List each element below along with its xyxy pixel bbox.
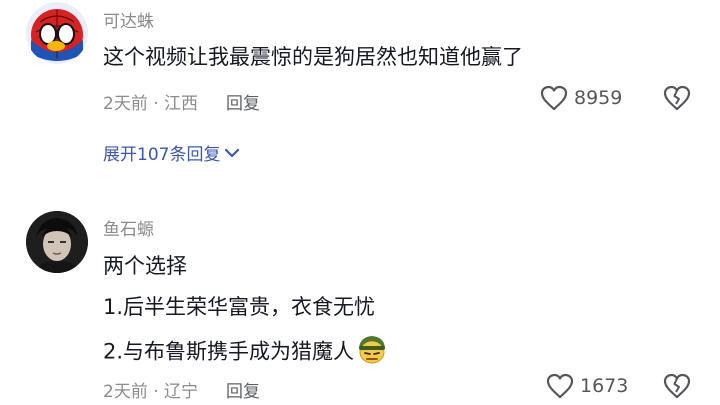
comment-text: 两个选择 bbox=[103, 254, 187, 278]
comment-list: 可达蛛 这个视频让我最震惊的是狗居然也知道他赢了 2天前 · 江西 回复 8959… bbox=[0, 0, 720, 405]
time-location: 2天前 · 江西 bbox=[103, 94, 199, 114]
expand-replies-label: 展开107条回复 bbox=[103, 145, 221, 165]
time-location: 2天前 · 辽宁 bbox=[103, 382, 199, 402]
broken-heart-icon bbox=[663, 85, 691, 111]
dislike-button[interactable] bbox=[663, 85, 691, 115]
heart-icon bbox=[540, 85, 568, 111]
like-button[interactable]: 1673 bbox=[546, 373, 628, 399]
reply-button[interactable]: 回复 bbox=[226, 94, 260, 114]
comment-text-line: 2.与布鲁斯携手成为猎魔人 bbox=[103, 339, 355, 364]
comment-text: 2.与布鲁斯携手成为猎魔人 bbox=[103, 334, 388, 371]
like-button[interactable]: 8959 bbox=[540, 85, 622, 111]
broken-heart-icon bbox=[663, 373, 691, 399]
comment-text: 这个视频让我最震惊的是狗居然也知道他赢了 bbox=[103, 45, 523, 69]
comment-text: 1.后半生荣华富贵，衣食无忧 bbox=[103, 295, 376, 319]
username[interactable]: 鱼石螈 bbox=[103, 215, 154, 240]
like-count: 8959 bbox=[574, 87, 623, 109]
dislike-button[interactable] bbox=[663, 373, 691, 403]
comment-item: 可达蛛 这个视频让我最震惊的是狗居然也知道他赢了 2天前 · 江西 回复 8959… bbox=[0, 0, 720, 190]
comment-meta: 2天前 · 江西 回复 bbox=[103, 89, 260, 114]
chevron-down-icon bbox=[225, 148, 240, 157]
reply-button[interactable]: 回复 bbox=[226, 382, 260, 402]
like-count: 1673 bbox=[580, 375, 629, 397]
spiderman-avatar-icon bbox=[26, 2, 88, 64]
person-avatar-icon bbox=[26, 211, 88, 273]
expand-replies-button[interactable]: 展开107条回复 bbox=[103, 140, 240, 165]
username[interactable]: 可达蛛 bbox=[103, 7, 154, 32]
avatar[interactable] bbox=[26, 211, 88, 273]
heart-icon bbox=[546, 373, 574, 399]
avatar[interactable] bbox=[26, 2, 88, 64]
soldier-emoji-icon bbox=[356, 334, 388, 371]
comment-meta: 2天前 · 辽宁 回复 bbox=[103, 377, 260, 402]
comment-item: 鱼石螈 两个选择 1.后半生荣华富贵，衣食无忧 2.与布鲁斯携手成为猎魔人 2天… bbox=[0, 205, 720, 405]
